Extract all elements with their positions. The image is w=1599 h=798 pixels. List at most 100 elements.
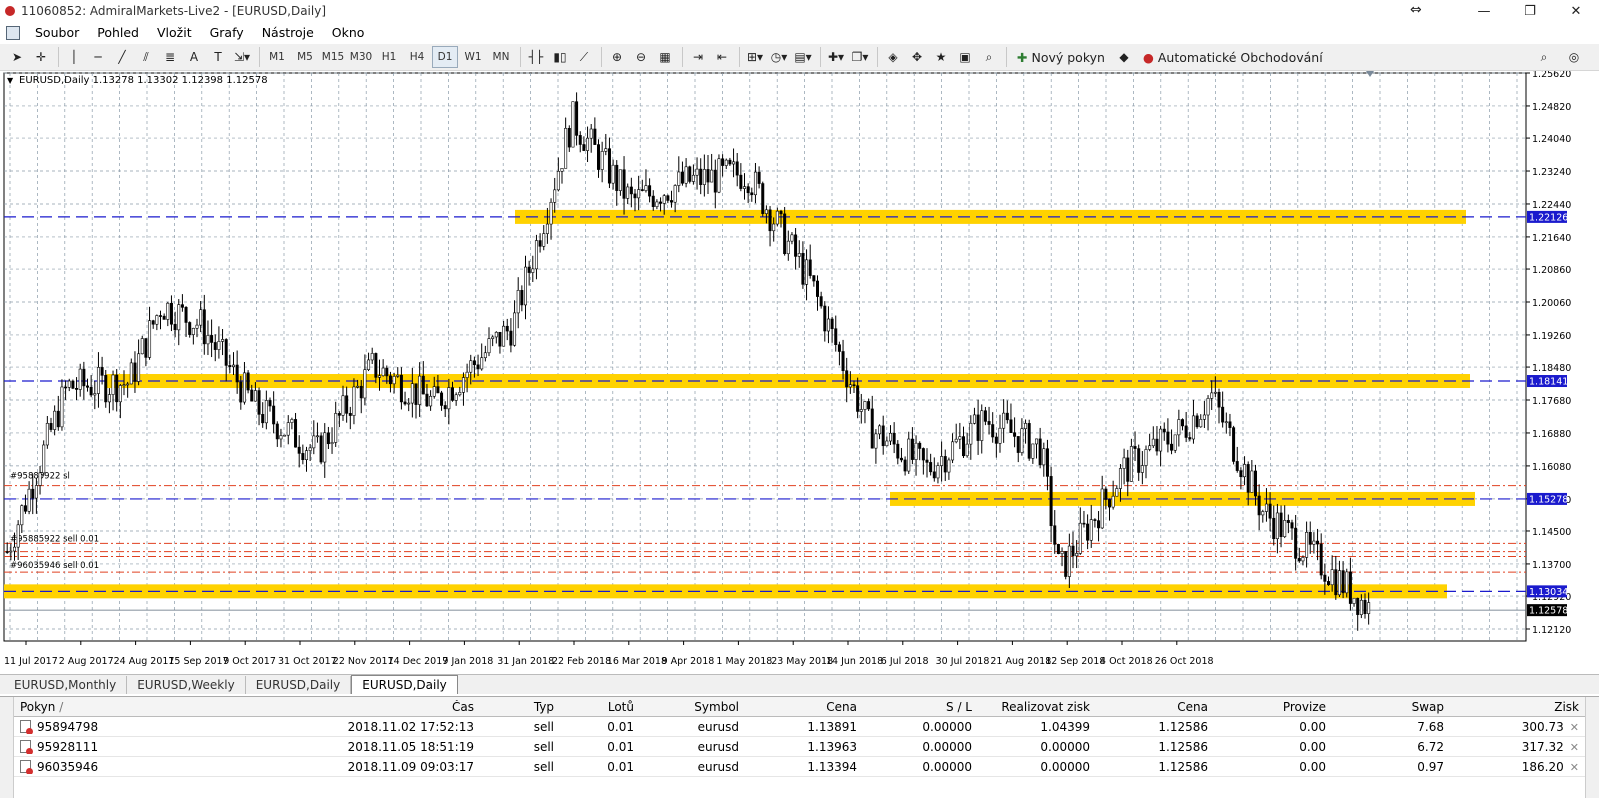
new-order-button[interactable]: ✚ Nový pokyn [1011, 46, 1111, 68]
candle-body [315, 435, 319, 438]
menu-nastroje[interactable]: Nástroje [253, 25, 323, 40]
col-zisk[interactable]: Zisk [1450, 700, 1585, 714]
close-order-icon[interactable]: ✕ [1570, 741, 1579, 754]
candle-body [940, 456, 944, 466]
indicators-icon[interactable]: ⊞▾ [744, 46, 766, 68]
col-realizovat-zisk[interactable]: Realizovat zisk [978, 700, 1096, 714]
chart-area[interactable]: #95885922 sl #95885922 sell 0.01 #96035946… [0, 71, 1599, 674]
price-label: 1.24040 [1532, 134, 1571, 145]
candle-body [666, 195, 670, 201]
tile-windows-icon[interactable]: ▦ [654, 46, 676, 68]
menu-pohled[interactable]: Pohled [88, 25, 148, 40]
candlestick-icon[interactable]: ▮▯ [549, 46, 571, 68]
candle-body [951, 441, 955, 461]
collapse-arrow-icon[interactable]: ▼ [7, 76, 14, 85]
period-mn[interactable]: MN [488, 46, 514, 68]
col-swap[interactable]: Swap [1332, 700, 1450, 714]
period-d1[interactable]: D1 [432, 46, 458, 68]
menu-okno[interactable]: Okno [323, 25, 374, 40]
close-order-icon[interactable]: ✕ [1570, 721, 1579, 734]
mdi-window-icon[interactable] [6, 25, 20, 40]
order-lines[interactable]: #95885922 sl#95885922 sell 0.01#96035946… [4, 472, 1526, 573]
fibonacci-icon[interactable]: ≣ [159, 46, 181, 68]
period-m5[interactable]: M5 [292, 46, 318, 68]
col-cas[interactable]: Čas [166, 700, 480, 714]
col-cena-current[interactable]: Cena [1096, 700, 1214, 714]
candle-body [560, 168, 564, 172]
candle-body [122, 384, 126, 386]
col-provize[interactable]: Provize [1214, 700, 1332, 714]
period-h1[interactable]: H1 [376, 46, 402, 68]
periods-clock-icon[interactable]: ◷▾ [768, 46, 790, 68]
menu-vlozit[interactable]: Vložit [148, 25, 201, 40]
crosshair-icon[interactable]: ✛ [30, 46, 52, 68]
col-lotu[interactable]: Lotů [560, 700, 640, 714]
text-icon[interactable]: A [183, 46, 205, 68]
terminal-scrollbar[interactable] [1585, 697, 1599, 798]
col-symbol[interactable]: Symbol [640, 700, 745, 714]
candle-body [421, 375, 425, 395]
cursor-icon[interactable]: ➤ [6, 46, 28, 68]
arrows-icon[interactable]: ⇲▾ [231, 46, 253, 68]
table-row[interactable]: 95928111 2018.11.05 18:51:19 sell 0.01 eurus… [14, 737, 1585, 757]
period-m15[interactable]: M15 [320, 46, 346, 68]
zoom-in-icon[interactable]: ⊕ [606, 46, 628, 68]
auto-trading-button[interactable]: ● Automatické Obchodování [1137, 46, 1329, 68]
menu-soubor[interactable]: Soubor [26, 25, 88, 40]
period-m1[interactable]: M1 [264, 46, 290, 68]
minimize-button[interactable]: — [1461, 0, 1507, 22]
candle-body [750, 192, 754, 196]
search-icon[interactable]: ⌕ [1533, 46, 1555, 68]
tab-eurusd-weekly[interactable]: EURUSD,Weekly [127, 676, 246, 694]
horizontal-line-icon[interactable]: ─ [87, 46, 109, 68]
order-lots-value: 0.01 [607, 739, 634, 754]
table-row[interactable]: 95894798 2018.11.02 17:52:13 sell 0.01 eurus… [14, 717, 1585, 737]
restore-button[interactable]: ❐ [1507, 0, 1553, 22]
close-button[interactable]: ✕ [1553, 0, 1599, 22]
col-typ[interactable]: Typ [480, 700, 560, 714]
label-icon[interactable]: T [207, 46, 229, 68]
table-row[interactable]: 96035946 2018.11.09 09:03:17 sell 0.01 eurus… [14, 757, 1585, 777]
tab-eurusd-daily-active[interactable]: EURUSD,Daily [351, 675, 458, 694]
chart-shift-icon[interactable]: ⇤ [711, 46, 733, 68]
chat-icon[interactable]: ◎ [1563, 46, 1585, 68]
col-pokyn[interactable]: Pokyn / [14, 700, 166, 714]
market-watch-icon[interactable]: ◈ [882, 46, 904, 68]
navigator-icon[interactable]: ✥ [906, 46, 928, 68]
period-w1[interactable]: W1 [460, 46, 486, 68]
price-chart[interactable]: #95885922 sl#95885922 sell 0.01#96035946… [0, 71, 1599, 674]
profiles-icon[interactable]: ❐▾ [849, 46, 871, 68]
candle-body [1056, 544, 1060, 555]
menu-bar: Soubor Pohled Vložit Grafy Nástroje Okno [0, 22, 1599, 43]
close-order-icon[interactable]: ✕ [1570, 761, 1579, 774]
favorites-icon[interactable]: ★ [930, 46, 952, 68]
templates-icon[interactable]: ▤▾ [792, 46, 814, 68]
resize-icon[interactable]: ⇔ [1410, 2, 1422, 18]
col-cena[interactable]: Cena [745, 700, 863, 714]
candle-body [947, 459, 951, 473]
candle-body [786, 240, 790, 255]
candle-body [100, 367, 104, 376]
terminal-icon[interactable]: ▣ [954, 46, 976, 68]
tab-eurusd-daily[interactable]: EURUSD,Daily [246, 676, 352, 694]
tab-eurusd-monthly[interactable]: EURUSD,Monthly [4, 676, 128, 694]
bar-chart-icon[interactable]: ┤├ [525, 46, 547, 68]
col-sl[interactable]: S / L [863, 700, 978, 714]
line-chart-icon[interactable]: ⟋ [573, 46, 595, 68]
strategy-tester-icon[interactable]: ⌕ [978, 46, 1000, 68]
period-m30[interactable]: M30 [348, 46, 374, 68]
autoscroll-icon[interactable]: ⇥ [687, 46, 709, 68]
toolbar-separator [820, 47, 821, 67]
hline-price-label: 1.13034 [1529, 587, 1568, 598]
candle-body [301, 453, 305, 461]
candle-body [494, 331, 498, 338]
candle-body [593, 128, 597, 145]
trendline-icon[interactable]: ╱ [111, 46, 133, 68]
vertical-line-icon[interactable]: │ [63, 46, 85, 68]
period-h4[interactable]: H4 [404, 46, 430, 68]
metaeditor-icon[interactable]: ◆ [1113, 46, 1135, 68]
zoom-out-icon[interactable]: ⊖ [630, 46, 652, 68]
new-chart-icon[interactable]: ✚▾ [825, 46, 847, 68]
menu-grafy[interactable]: Grafy [201, 25, 253, 40]
channel-icon[interactable]: ⫽ [135, 46, 157, 68]
